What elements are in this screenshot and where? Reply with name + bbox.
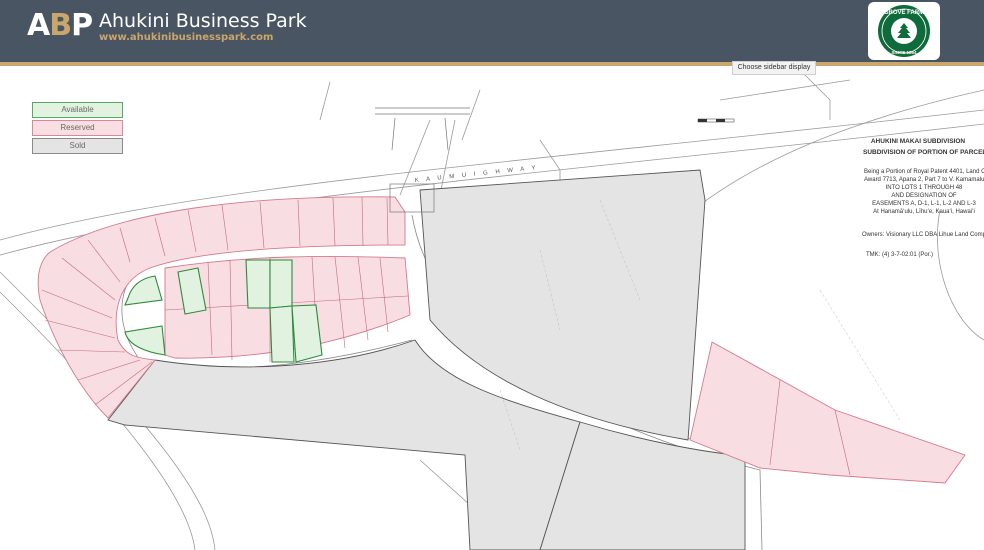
plat-note-line: INTO LOTS 1 THROUGH 48 bbox=[885, 185, 963, 191]
legend-available: Available bbox=[32, 102, 123, 118]
choose-sidebar-display-button[interactable]: Choose sidebar display bbox=[732, 61, 816, 75]
plat-note-line: AND DESIGNATION OF bbox=[891, 193, 957, 199]
badge-top-text: GROVE FARM bbox=[884, 10, 924, 16]
available-lot-7[interactable] bbox=[291, 304, 323, 363]
plat-subtitle: SUBDIVISION OF PORTION OF PARCEL bbox=[863, 149, 984, 156]
logo-letter-b: B bbox=[49, 8, 72, 43]
logo-letter-a: A bbox=[27, 8, 50, 43]
badge-bottom-text: SINCE 1864 bbox=[891, 50, 917, 55]
scale-bar bbox=[697, 118, 735, 123]
site-header: ABP Ahukini Business Park www.ahukinibus… bbox=[0, 0, 984, 62]
legend-sold: Sold bbox=[32, 138, 123, 154]
plat-title: AHUKINI MAKAI SUBDIVISION bbox=[870, 138, 966, 145]
plat-owners: Owners: Visionary LLC DBA Lihue Land Com… bbox=[862, 232, 984, 238]
site-plan-map[interactable]: K A U M U I G H W A Y bbox=[0, 66, 984, 550]
logo-letter-p: P bbox=[71, 8, 93, 43]
legend-reserved: Reserved bbox=[32, 120, 123, 136]
grove-farm-badge[interactable]: GROVE FARM SINCE 1864 bbox=[868, 2, 940, 60]
plat-note-line: EASEMENTS A, D-1, L-1, L-2 AND L-3 bbox=[872, 201, 976, 207]
plat-note-line: Award 7713, Apana 2, Part 7 to V. Kamama… bbox=[864, 177, 984, 183]
plat-note-line: At Hanamā‘ulu, Līhu‘e, Kaua‘i, Hawai‘i bbox=[873, 209, 975, 215]
brand-title: Ahukini Business Park bbox=[99, 10, 307, 32]
plat-tmk: TMK: (4) 3-7-02:01 (Por.) bbox=[866, 252, 934, 258]
available-lot-5[interactable] bbox=[269, 259, 293, 309]
available-lot-2[interactable] bbox=[124, 325, 166, 356]
available-lot-6[interactable] bbox=[269, 305, 295, 363]
abp-logo[interactable]: ABP bbox=[27, 8, 93, 43]
available-lot-4[interactable] bbox=[245, 259, 271, 309]
plat-note-line: Being a Portion of Royal Patent 4401, La… bbox=[864, 169, 984, 175]
brand-url-link[interactable]: www.ahukinibusinesspark.com bbox=[99, 32, 273, 44]
